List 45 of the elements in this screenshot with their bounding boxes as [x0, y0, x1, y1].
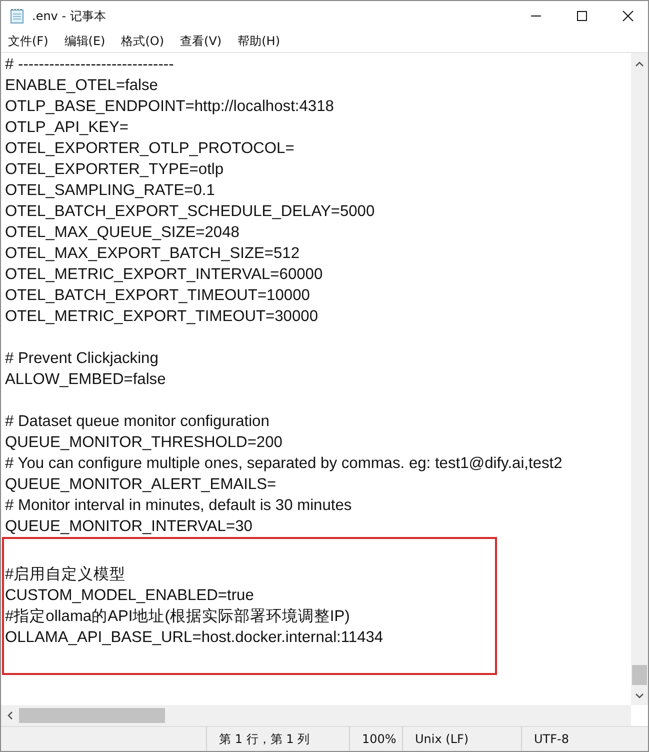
scroll-down-icon[interactable] — [635, 693, 644, 699]
code-line: ENABLE_OTEL=false — [4, 76, 159, 96]
menu-item[interactable]: 格式(O) — [120, 32, 166, 51]
status-text: Unix (LF) — [415, 732, 469, 746]
code-line: # Dataset queue monitor configuration — [4, 412, 270, 432]
horizontal-scrollbar[interactable] — [1, 705, 631, 726]
status-text: UTF-8 — [534, 732, 569, 746]
code-line: # Prevent Clickjacking — [4, 349, 160, 369]
notepad-icon — [9, 8, 25, 24]
vertical-scrollbar[interactable] — [631, 53, 648, 705]
status-text: 第 1 行，第 1 列 — [219, 730, 310, 748]
window-title: .env - 记事本 — [32, 8, 106, 24]
maximize-icon[interactable] — [576, 10, 588, 22]
code-line: # You can configure multiple ones, separated by commas. eg: test1@dify.ai,test2 — [4, 454, 564, 474]
menu-item[interactable]: 帮助(H) — [236, 32, 281, 51]
code-line: QUEUE_MONITOR_THRESHOLD=200 — [4, 433, 284, 453]
menu-item[interactable]: 查看(V) — [179, 32, 223, 51]
code-line: QUEUE_MONITOR_INTERVAL=30 — [4, 517, 254, 537]
scroll-left-icon[interactable] — [7, 711, 13, 720]
code-line: OTLP_API_KEY= — [4, 118, 130, 138]
code-line: OTEL_BATCH_EXPORT_TIMEOUT=10000 — [4, 286, 311, 306]
code-line: OTEL_SAMPLING_RATE=0.1 — [4, 181, 216, 201]
code-line: OTEL_METRIC_EXPORT_INTERVAL=60000 — [4, 265, 324, 285]
code-line: OTEL_MAX_EXPORT_BATCH_SIZE=512 — [4, 244, 301, 264]
close-icon[interactable] — [622, 10, 634, 22]
scroll-up-icon[interactable] — [635, 61, 644, 67]
code-line: #启用自定义模型 — [4, 565, 127, 585]
scrollbar-thumb[interactable] — [632, 665, 647, 685]
code-line: OTEL_EXPORTER_OTLP_PROTOCOL= — [4, 139, 296, 159]
code-line: OTEL_BATCH_EXPORT_SCHEDULE_DELAY=5000 — [4, 202, 376, 222]
code-line: QUEUE_MONITOR_ALERT_EMAILS= — [4, 475, 278, 495]
code-line: #指定ollama的API地址(根据实际部署环境调整IP) — [4, 607, 351, 627]
code-line: CUSTOM_MODEL_ENABLED=true — [4, 586, 255, 606]
code-line: OLLAMA_API_BASE_URL=host.docker.internal:11434 — [4, 628, 384, 648]
menu-item[interactable]: 编辑(E) — [63, 32, 106, 51]
code-line: OTEL_MAX_QUEUE_SIZE=2048 — [4, 223, 240, 243]
code-line: # ------------------------------ — [4, 55, 175, 75]
code-line: # Monitor interval in minutes, default is 30 minutes — [4, 496, 353, 516]
scrollbar-thumb[interactable] — [19, 708, 165, 723]
code-line: OTEL_EXPORTER_TYPE=otlp — [4, 160, 225, 180]
code-line: OTEL_METRIC_EXPORT_TIMEOUT=30000 — [4, 307, 319, 327]
menu-item[interactable]: 文件(F) — [7, 32, 50, 51]
code-line: ALLOW_EMBED=false — [4, 370, 167, 390]
code-line: OTLP_BASE_ENDPOINT=http://localhost:4318 — [4, 97, 335, 117]
status-text: 100% — [362, 732, 396, 746]
